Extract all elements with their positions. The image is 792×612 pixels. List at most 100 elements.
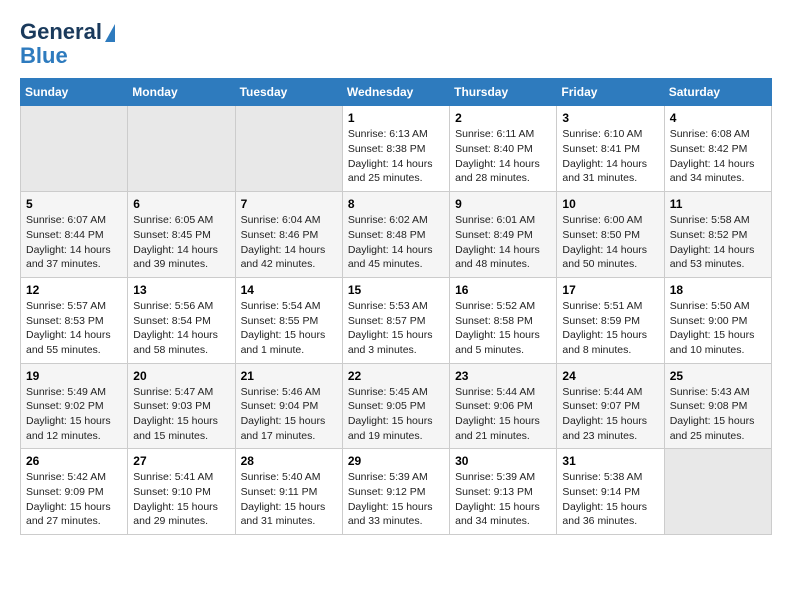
day-number: 29 [348,454,444,468]
day-info: Sunrise: 5:57 AMSunset: 8:53 PMDaylight:… [26,299,122,358]
calendar-cell: 28 Sunrise: 5:40 AMSunset: 9:11 PMDayligh… [235,449,342,535]
header-friday: Friday [557,79,664,106]
calendar-cell: 9Sunrise: 6:01 AMSunset: 8:49 PMDaylight… [450,192,557,278]
day-info: Sunrise: 5:46 AMSunset: 9:04 PMDaylight:… [241,385,337,444]
calendar-cell: 24Sunrise: 5:44 AMSunset: 9:07 PMDayligh… [557,363,664,449]
calendar-cell: 12Sunrise: 5:57 AMSunset: 8:53 PMDayligh… [21,277,128,363]
calendar-cell: 7 Sunrise: 6:04 AMSunset: 8:46 PMDaylight… [235,192,342,278]
day-number: 10 [562,197,658,211]
day-number: 20 [133,369,229,383]
calendar-cell: 3 Sunrise: 6:10 AMSunset: 8:41 PMDaylight… [557,106,664,192]
calendar-cell [128,106,235,192]
day-number: 13 [133,283,229,297]
day-info: Sunrise: 6:13 AMSunset: 8:38 PMDaylight:… [348,127,444,186]
calendar-week-row: 5 Sunrise: 6:07 AMSunset: 8:44 PMDaylight… [21,192,772,278]
calendar-cell [21,106,128,192]
day-number: 22 [348,369,444,383]
calendar-body: 1 Sunrise: 6:13 AMSunset: 8:38 PMDaylight… [21,106,772,535]
calendar-cell: 19 Sunrise: 5:49 AMSunset: 9:02 PMDayligh… [21,363,128,449]
calendar-cell: 10 Sunrise: 6:00 AMSunset: 8:50 PMDayligh… [557,192,664,278]
day-number: 26 [26,454,122,468]
calendar-cell: 31 Sunrise: 5:38 AMSunset: 9:14 PMDayligh… [557,449,664,535]
day-info: Sunrise: 5:41 AMSunset: 9:10 PMDaylight:… [133,470,229,529]
day-info: Sunrise: 6:05 AMSunset: 8:45 PMDaylight:… [133,213,229,272]
day-info: Sunrise: 5:50 AMSunset: 9:00 PMDaylight:… [670,299,766,358]
calendar-cell: 30Sunrise: 5:39 AMSunset: 9:13 PMDayligh… [450,449,557,535]
calendar-cell [664,449,771,535]
day-number: 28 [241,454,337,468]
calendar-cell: 21Sunrise: 5:46 AMSunset: 9:04 PMDayligh… [235,363,342,449]
calendar-cell [235,106,342,192]
day-number: 31 [562,454,658,468]
day-number: 18 [670,283,766,297]
logo: General Blue [20,20,115,68]
day-info: Sunrise: 6:08 AMSunset: 8:42 PMDaylight:… [670,127,766,186]
day-number: 8 [348,197,444,211]
day-number: 6 [133,197,229,211]
header-wednesday: Wednesday [342,79,449,106]
day-info: Sunrise: 6:07 AMSunset: 8:44 PMDaylight:… [26,213,122,272]
day-info: Sunrise: 5:53 AMSunset: 8:57 PMDaylight:… [348,299,444,358]
day-number: 19 [26,369,122,383]
day-number: 17 [562,283,658,297]
day-number: 5 [26,197,122,211]
day-info: Sunrise: 5:52 AMSunset: 8:58 PMDaylight:… [455,299,551,358]
day-number: 14 [241,283,337,297]
day-info: Sunrise: 5:40 AMSunset: 9:11 PMDaylight:… [241,470,337,529]
day-number: 1 [348,111,444,125]
logo-text-blue: Blue [20,44,68,68]
day-number: 3 [562,111,658,125]
day-number: 15 [348,283,444,297]
day-info: Sunrise: 5:42 AMSunset: 9:09 PMDaylight:… [26,470,122,529]
calendar-cell: 18 Sunrise: 5:50 AMSunset: 9:00 PMDayligh… [664,277,771,363]
day-info: Sunrise: 5:49 AMSunset: 9:02 PMDaylight:… [26,385,122,444]
calendar-week-row: 12Sunrise: 5:57 AMSunset: 8:53 PMDayligh… [21,277,772,363]
day-info: Sunrise: 5:45 AMSunset: 9:05 PMDaylight:… [348,385,444,444]
calendar-cell: 23 Sunrise: 5:44 AMSunset: 9:06 PMDayligh… [450,363,557,449]
day-info: Sunrise: 5:38 AMSunset: 9:14 PMDaylight:… [562,470,658,529]
calendar-cell: 16 Sunrise: 5:52 AMSunset: 8:58 PMDayligh… [450,277,557,363]
calendar-cell: 26 Sunrise: 5:42 AMSunset: 9:09 PMDayligh… [21,449,128,535]
day-info: Sunrise: 5:51 AMSunset: 8:59 PMDaylight:… [562,299,658,358]
day-info: Sunrise: 5:39 AMSunset: 9:12 PMDaylight:… [348,470,444,529]
day-info: Sunrise: 6:11 AMSunset: 8:40 PMDaylight:… [455,127,551,186]
header-saturday: Saturday [664,79,771,106]
day-number: 9 [455,197,551,211]
day-info: Sunrise: 5:56 AMSunset: 8:54 PMDaylight:… [133,299,229,358]
logo-text-general: General [20,20,102,44]
header-sunday: Sunday [21,79,128,106]
day-number: 7 [241,197,337,211]
calendar-cell: 20 Sunrise: 5:47 AMSunset: 9:03 PMDayligh… [128,363,235,449]
day-info: Sunrise: 5:54 AMSunset: 8:55 PMDaylight:… [241,299,337,358]
header-tuesday: Tuesday [235,79,342,106]
day-number: 24 [562,369,658,383]
day-number: 23 [455,369,551,383]
calendar-cell: 25Sunrise: 5:43 AMSunset: 9:08 PMDayligh… [664,363,771,449]
calendar-week-row: 1 Sunrise: 6:13 AMSunset: 8:38 PMDaylight… [21,106,772,192]
header-monday: Monday [128,79,235,106]
calendar-cell: 15 Sunrise: 5:53 AMSunset: 8:57 PMDayligh… [342,277,449,363]
day-number: 16 [455,283,551,297]
day-info: Sunrise: 6:00 AMSunset: 8:50 PMDaylight:… [562,213,658,272]
calendar-cell: 29 Sunrise: 5:39 AMSunset: 9:12 PMDayligh… [342,449,449,535]
day-info: Sunrise: 6:04 AMSunset: 8:46 PMDaylight:… [241,213,337,272]
header-thursday: Thursday [450,79,557,106]
day-info: Sunrise: 5:39 AMSunset: 9:13 PMDaylight:… [455,470,551,529]
calendar-cell: 4Sunrise: 6:08 AMSunset: 8:42 PMDaylight… [664,106,771,192]
calendar-cell: 5 Sunrise: 6:07 AMSunset: 8:44 PMDaylight… [21,192,128,278]
day-info: Sunrise: 5:43 AMSunset: 9:08 PMDaylight:… [670,385,766,444]
day-number: 11 [670,197,766,211]
day-info: Sunrise: 5:44 AMSunset: 9:06 PMDaylight:… [455,385,551,444]
day-info: Sunrise: 5:58 AMSunset: 8:52 PMDaylight:… [670,213,766,272]
calendar-header-row: SundayMondayTuesdayWednesdayThursdayFrid… [21,79,772,106]
day-number: 2 [455,111,551,125]
calendar-cell: 22 Sunrise: 5:45 AMSunset: 9:05 PMDayligh… [342,363,449,449]
day-info: Sunrise: 5:47 AMSunset: 9:03 PMDaylight:… [133,385,229,444]
calendar-cell: 27Sunrise: 5:41 AMSunset: 9:10 PMDayligh… [128,449,235,535]
calendar-cell: 11 Sunrise: 5:58 AMSunset: 8:52 PMDayligh… [664,192,771,278]
calendar-week-row: 19 Sunrise: 5:49 AMSunset: 9:02 PMDayligh… [21,363,772,449]
calendar-week-row: 26 Sunrise: 5:42 AMSunset: 9:09 PMDayligh… [21,449,772,535]
day-info: Sunrise: 6:10 AMSunset: 8:41 PMDaylight:… [562,127,658,186]
calendar-cell: 8Sunrise: 6:02 AMSunset: 8:48 PMDaylight… [342,192,449,278]
calendar-cell: 17 Sunrise: 5:51 AMSunset: 8:59 PMDayligh… [557,277,664,363]
